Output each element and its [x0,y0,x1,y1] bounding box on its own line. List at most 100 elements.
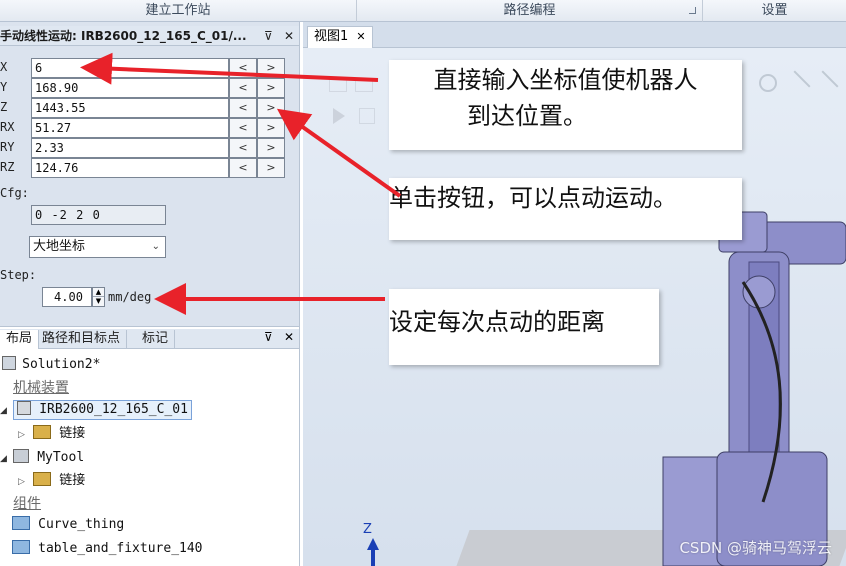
axis-z-label: Z [363,522,372,537]
jog-panel-title: 手动线性运动: IRB2600_12_165_C_01/... [0,29,247,43]
ribbon-group-label: 设置 [761,3,788,18]
tab-layout[interactable]: 布局 [0,330,40,349]
station-icon [2,356,16,370]
layout-panel: 布局 路径和目标点 标记 ⊽ ✕ Solution2* 机械装置 ◢ IRB26… [0,326,300,566]
step-label: Step: [0,268,37,282]
view-toolbar-icon[interactable] [355,78,373,92]
robot-icon [17,401,32,415]
tab-tags[interactable]: 标记 [136,330,176,349]
tree-label: 链接 [59,473,86,488]
ribbon-bar: 建立工作站 路径编程 设置 [0,0,846,22]
watermark: CSDN @骑神马驾浮云 [679,539,832,557]
tree-solution[interactable]: Solution2* [0,354,100,376]
jog-plus-button[interactable]: > [257,158,285,178]
tree-label: IRB2600_12_165_C_01 [39,402,188,417]
jog-plus-button[interactable]: > [257,98,285,118]
field-label: RZ [0,160,15,174]
robot-model[interactable] [633,202,846,566]
close-icon[interactable]: ✕ [284,330,294,344]
group-parts: 组件 [13,496,41,512]
spinner-down-icon[interactable]: ▼ [93,297,104,306]
play-icon[interactable] [333,108,345,124]
folder-icon [33,472,52,486]
ribbon-group-label: 路径编程 [503,3,556,18]
part-icon [12,540,30,554]
chevron-down-icon: ⌄ [151,241,160,252]
y-input[interactable]: 168.90 [31,78,229,98]
jog-panel-header: 手动线性运动: IRB2600_12_165_C_01/... ⊽ ✕ [0,26,299,46]
field-label: X [0,60,8,74]
dropdown-icon[interactable]: ⊽ [264,330,273,344]
view-toolbar-icon[interactable] [329,78,347,92]
jog-plus-button[interactable]: > [257,138,285,158]
frame-select[interactable]: 大地坐标 ⌄ [29,236,166,258]
axis-z-line [371,550,375,566]
field-label: RY [0,140,15,154]
tab-view1[interactable]: 视图1 ✕ [307,26,373,48]
x-input[interactable]: 6 [31,58,229,78]
tree-tool-links[interactable]: ▷ 链接 [18,470,85,492]
expanded-icon[interactable]: ◢ [0,406,7,416]
jog-plus-button[interactable]: > [257,118,285,138]
stop-icon[interactable] [359,108,375,124]
cfg-label: Cfg: [0,186,29,200]
tree-part-table[interactable]: table_and_fixture_140 [12,538,203,560]
tree-robot-links[interactable]: ▷ 链接 [18,423,85,445]
tree-tool[interactable]: ◢ MyTool [0,447,84,469]
ribbon-group-build-station[interactable]: 建立工作站 [0,0,357,22]
tab-paths-targets[interactable]: 路径和目标点 [36,330,128,349]
jog-minus-button[interactable]: < [229,138,257,158]
tree-label: MyTool [37,450,85,465]
ry-input[interactable]: 2.33 [31,138,229,158]
group-mechanisms: 机械装置 [13,380,69,396]
close-icon[interactable]: ✕ [284,26,294,45]
target-icon[interactable] [759,74,777,92]
frame-select-value: 大地坐标 [33,239,86,254]
jog-minus-button[interactable]: < [229,78,257,98]
tree-label: Curve_thing [38,517,125,532]
spinner-up-icon[interactable]: ▲ [93,288,104,297]
jog-minus-button[interactable]: < [229,158,257,178]
cfg-value: 0 -2 2 0 [31,205,166,225]
field-label: Y [0,80,8,94]
dialog-launcher-icon[interactable] [689,7,696,14]
step-input[interactable]: 4.00 [42,287,92,307]
jog-minus-button[interactable]: < [229,118,257,138]
jog-minus-button[interactable]: < [229,58,257,78]
tab-label: 视图1 [314,29,349,44]
tree-label: table_and_fixture_140 [38,541,203,556]
layout-tabs: 布局 路径和目标点 标记 ⊽ ✕ [0,329,299,349]
field-label: Z [0,100,8,114]
tree-part-curve[interactable]: Curve_thing [12,514,124,536]
jog-minus-button[interactable]: < [229,98,257,118]
expanded-icon[interactable]: ◢ [0,454,7,464]
tool-icon [13,449,30,463]
rx-input[interactable]: 51.27 [31,118,229,138]
viewport-tabbar: 视图1 ✕ [303,22,846,48]
ribbon-group-settings[interactable]: 设置 [703,0,846,22]
annotation-text: 直接输入坐标值使机器人 [433,66,698,94]
field-label: RX [0,120,15,134]
linear-jog-panel: 手动线性运动: IRB2600_12_165_C_01/... ⊽ ✕ X 6 … [0,22,300,326]
part-icon [12,516,30,530]
annotation-step-distance: 设定每次点动的距离 [389,289,659,365]
annotation-text: 到达位置。 [467,102,587,130]
annotation-direct-input: 直接输入坐标值使机器人 到达位置。 [389,60,742,150]
folder-icon [33,425,52,439]
rz-input[interactable]: 124.76 [31,158,229,178]
axis-z-arrow [367,538,379,550]
step-unit: mm/deg [108,290,152,304]
tree-robot[interactable]: ◢ IRB2600_12_165_C_01 [0,399,196,421]
z-input[interactable]: 1443.55 [31,98,229,118]
dropdown-icon[interactable]: ⊽ [264,26,273,45]
ribbon-group-label: 建立工作站 [145,3,211,18]
tree-label: 链接 [59,426,86,441]
collapsed-icon[interactable]: ▷ [18,430,25,440]
close-icon[interactable]: ✕ [356,30,365,43]
collapsed-icon[interactable]: ▷ [18,477,25,487]
annotation-jog-button: 单击按钮，可以点动运动。 [389,178,742,240]
ribbon-group-path-programming[interactable]: 路径编程 [357,0,703,22]
step-spinner[interactable]: ▲ ▼ [92,287,105,307]
jog-plus-button[interactable]: > [257,58,285,78]
jog-plus-button[interactable]: > [257,78,285,98]
